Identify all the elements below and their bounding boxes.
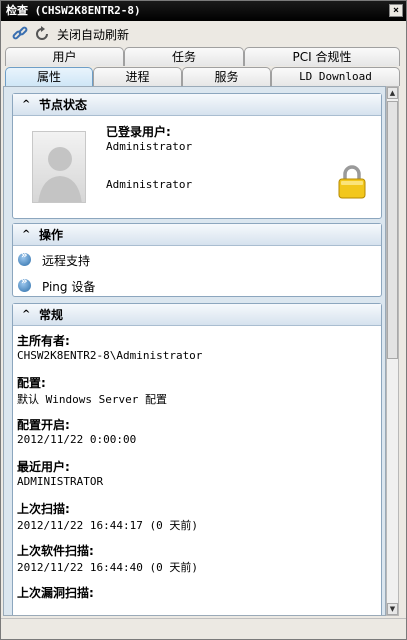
lock-icon	[338, 165, 366, 199]
operations-header[interactable]: ^ 操作	[13, 224, 381, 246]
general-title: 常规	[39, 308, 64, 322]
tab-users[interactable]: 用户	[5, 47, 124, 66]
operations-section: ^ 操作 远程支持 Ping 设备	[12, 223, 382, 297]
last-vuln-scan-label: 上次漏洞扫描:	[17, 586, 94, 600]
close-button[interactable]: ×	[389, 4, 403, 17]
scroll-up-arrow-icon[interactable]: ▲	[387, 87, 398, 99]
last-software-scan-label: 上次软件扫描:	[17, 544, 94, 558]
tab-row-1: 用户 任务 PCI 合规性	[1, 47, 406, 66]
tab-tasks[interactable]: 任务	[124, 47, 244, 66]
tab-ld-download[interactable]: LD Download	[271, 67, 400, 86]
user-avatar-icon	[32, 131, 86, 203]
primary-owner-label: 主所有者:	[17, 334, 70, 348]
properties-panel: ^ 节点状态 已登录用户: Administrator Administrato…	[3, 86, 386, 616]
chevron-up-icon: ^	[22, 99, 31, 110]
tab-properties[interactable]: 属性	[5, 67, 93, 86]
config-start-value: 2012/11/22 0:00:00	[17, 433, 137, 446]
ping-device-link[interactable]: Ping 设备	[42, 278, 95, 295]
tab-processes[interactable]: 进程	[93, 67, 182, 86]
vertical-scrollbar[interactable]: ▲ ▼	[386, 86, 399, 616]
node-status-header[interactable]: ^ 节点状态	[13, 94, 381, 116]
tab-pci-compliance[interactable]: PCI 合规性	[244, 47, 400, 66]
logged-in-user-value: Administrator	[106, 140, 193, 153]
last-scan-value: 2012/11/22 16:44:17 (0 天前)	[17, 519, 198, 532]
last-user-label: 最近用户:	[17, 460, 70, 474]
general-header[interactable]: ^ 常规	[13, 304, 381, 326]
tab-row-2: 属性 进程 服务 LD Download	[1, 67, 406, 86]
logged-in-user-label: 已登录用户:	[106, 125, 171, 139]
user-name: Administrator	[106, 178, 193, 191]
primary-owner-value: CHSW2K8ENTR2-8\Administrator	[17, 349, 203, 362]
toolbar: 关闭自动刷新	[1, 22, 406, 46]
scroll-down-arrow-icon[interactable]: ▼	[387, 603, 398, 615]
scroll-thumb[interactable]	[387, 101, 398, 359]
config-label: 配置:	[17, 376, 46, 390]
status-bar	[1, 618, 406, 639]
last-user-value: ADMINISTRATOR	[17, 475, 104, 488]
chevron-up-icon: ^	[22, 309, 31, 320]
tab-services[interactable]: 服务	[182, 67, 271, 86]
operations-title: 操作	[39, 228, 64, 242]
general-section: ^ 常规 主所有者: CHSW2K8ENTR2-8\Administrator …	[12, 303, 382, 615]
auto-refresh-toggle[interactable]: 关闭自动刷新	[57, 26, 129, 43]
window-title: 检查 (CHSW2K8ENTR2-8)	[6, 4, 141, 17]
node-status-section: ^ 节点状态 已登录用户: Administrator Administrato…	[12, 93, 382, 219]
config-value: 默认 Windows Server 配置	[17, 393, 167, 406]
chevron-up-icon: ^	[22, 229, 31, 240]
last-software-scan-value: 2012/11/22 16:44:40 (0 天前)	[17, 561, 198, 574]
chevron-circle-icon	[18, 276, 31, 292]
chevron-circle-icon	[18, 250, 31, 266]
refresh-icon[interactable]	[33, 25, 51, 43]
inspect-window: 检查 (CHSW2K8ENTR2-8) × 关闭自动刷新 用户 任务 PCI 合…	[0, 0, 407, 640]
config-start-label: 配置开启:	[17, 418, 70, 432]
title-bar[interactable]: 检查 (CHSW2K8ENTR2-8) ×	[1, 1, 406, 21]
link-icon[interactable]	[11, 25, 29, 43]
remote-support-link[interactable]: 远程支持	[42, 252, 90, 269]
node-status-title: 节点状态	[39, 98, 88, 112]
last-scan-label: 上次扫描:	[17, 502, 70, 516]
